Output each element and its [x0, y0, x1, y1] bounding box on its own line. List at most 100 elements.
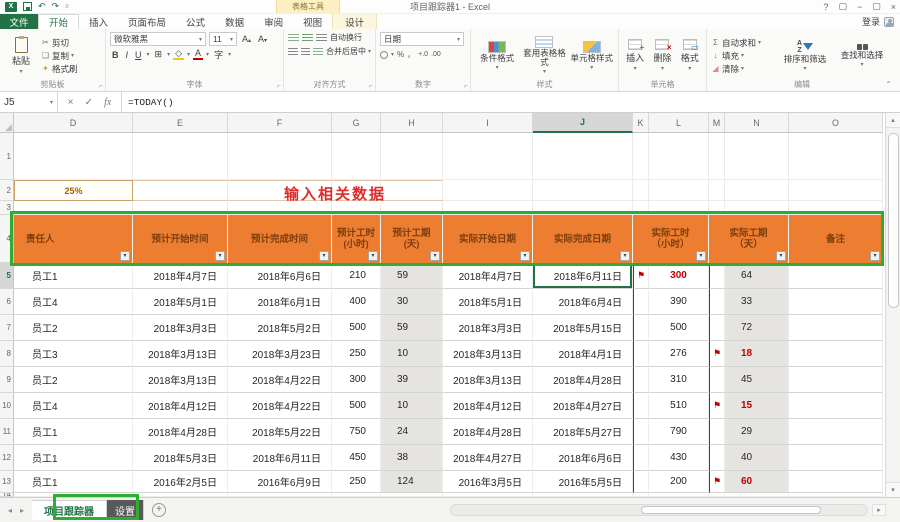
cell-est-end[interactable]: 2018年4月22日: [228, 367, 332, 393]
align-left-icon[interactable]: [288, 48, 298, 56]
paste-button[interactable]: 粘贴 ▾: [4, 37, 38, 75]
cell-act-end[interactable]: 2018年4月1日: [533, 341, 633, 367]
column-header-L[interactable]: L: [649, 113, 709, 133]
row-header-6[interactable]: 6: [0, 289, 14, 315]
cell-est-end[interactable]: 2018年6月11日: [228, 445, 332, 471]
row-header-11[interactable]: 11: [0, 419, 14, 445]
phonetic-button[interactable]: 字: [212, 48, 225, 61]
select-all-corner[interactable]: [0, 113, 14, 133]
row-header-12[interactable]: 12: [0, 445, 14, 471]
cell-flag-spacer[interactable]: ⚑: [709, 393, 725, 419]
tab-审阅[interactable]: 审阅: [254, 14, 293, 29]
cell-act-start[interactable]: 2018年4月12日: [443, 393, 533, 419]
cell[interactable]: [133, 180, 228, 201]
cell-note[interactable]: [789, 367, 883, 393]
italic-button[interactable]: I: [124, 50, 131, 60]
row-header-5[interactable]: 5: [0, 263, 14, 289]
row-header-8[interactable]: 8: [0, 341, 14, 367]
cell-flag-spacer[interactable]: [633, 367, 649, 393]
filter-button[interactable]: ▾: [520, 251, 530, 261]
cell[interactable]: [633, 180, 649, 201]
row-header-3[interactable]: 3: [0, 201, 14, 215]
scroll-right-icon[interactable]: ▸: [872, 504, 886, 516]
cell[interactable]: [332, 133, 381, 180]
cell[interactable]: [709, 180, 725, 201]
cell-flag-spacer[interactable]: ⚑: [633, 263, 649, 289]
cell-act-hours[interactable]: 200: [649, 471, 709, 493]
column-header-G[interactable]: G: [332, 113, 381, 133]
cell-note[interactable]: [789, 393, 883, 419]
formula-input[interactable]: =TODAY(): [122, 92, 900, 112]
cell-est-start[interactable]: 2018年4月7日: [133, 263, 228, 289]
cell-act-end[interactable]: 2018年5月15日: [533, 315, 633, 341]
cell[interactable]: [443, 201, 533, 215]
borders-button[interactable]: ⊞: [153, 49, 165, 60]
cell-act-days[interactable]: 60: [725, 471, 789, 493]
align-top-icon[interactable]: [288, 34, 299, 42]
cell-est-start[interactable]: 2018年4月28日: [133, 419, 228, 445]
table-header-7[interactable]: 实际工时 （小时）▾: [633, 215, 709, 263]
cell-act-start[interactable]: 2018年3月13日: [443, 341, 533, 367]
clear-button[interactable]: ◢清除▾: [711, 63, 775, 75]
cell-flag-spacer[interactable]: [709, 289, 725, 315]
cell-flag-spacer[interactable]: [633, 289, 649, 315]
next-sheet-icon[interactable]: ▸: [20, 506, 24, 515]
cell-owner[interactable]: 员工4: [14, 393, 133, 419]
align-bottom-icon[interactable]: [316, 34, 327, 42]
cell-est-start[interactable]: 2016年2月5日: [133, 471, 228, 493]
cell-note[interactable]: [789, 289, 883, 315]
filter-button[interactable]: ▾: [120, 251, 130, 261]
column-header-M[interactable]: M: [709, 113, 725, 133]
row-header-7[interactable]: 7: [0, 315, 14, 341]
cell-act-hours[interactable]: 430: [649, 445, 709, 471]
scroll-down-icon[interactable]: ▾: [886, 482, 900, 497]
column-header-N[interactable]: N: [725, 113, 789, 133]
cell-act-hours[interactable]: 790: [649, 419, 709, 445]
sheet-tab-settings[interactable]: 设置: [107, 500, 144, 520]
filter-button[interactable]: ▾: [319, 251, 329, 261]
cell[interactable]: [533, 201, 633, 215]
cell[interactable]: [443, 133, 533, 180]
tab-公式[interactable]: 公式: [176, 14, 215, 29]
cell-note[interactable]: [789, 419, 883, 445]
cell[interactable]: [443, 180, 533, 201]
cell-est-days[interactable]: 59: [381, 263, 443, 289]
wrap-text-button[interactable]: 自动换行: [330, 32, 362, 43]
insert-function-icon[interactable]: fx: [104, 97, 111, 108]
filter-button[interactable]: ▾: [215, 251, 225, 261]
excel-logo-icon[interactable]: X: [5, 2, 17, 12]
cell-est-start[interactable]: 2018年5月3日: [133, 445, 228, 471]
cell-act-start[interactable]: 2018年4月7日: [443, 263, 533, 289]
column-header-H[interactable]: H: [381, 113, 443, 133]
cell[interactable]: [725, 133, 789, 180]
cell[interactable]: [789, 133, 883, 180]
cell-owner[interactable]: 员工1: [14, 471, 133, 493]
cell-flag-spacer[interactable]: [633, 341, 649, 367]
cell-est-hours[interactable]: 750: [332, 419, 381, 445]
vertical-scroll-thumb[interactable]: [888, 133, 899, 308]
cell[interactable]: [381, 133, 443, 180]
filter-button[interactable]: ▾: [620, 251, 630, 261]
cell-owner[interactable]: 员工3: [14, 341, 133, 367]
name-box[interactable]: J5 ▾: [0, 92, 58, 112]
redo-icon[interactable]: ↷: [52, 2, 60, 11]
cell-act-start[interactable]: 2018年3月3日: [443, 315, 533, 341]
table-header-9[interactable]: 备注▾: [789, 215, 883, 263]
fill-button[interactable]: ↓填充▾: [711, 50, 775, 62]
cell-est-days[interactable]: 59: [381, 315, 443, 341]
bold-button[interactable]: B: [110, 50, 121, 60]
cell-act-hours[interactable]: 300: [649, 263, 709, 289]
cell-act-hours[interactable]: 390: [649, 289, 709, 315]
filter-button[interactable]: ▾: [430, 251, 440, 261]
number-format-combo[interactable]: 日期▾: [380, 32, 464, 46]
row-header-1[interactable]: 1: [0, 133, 14, 180]
cell[interactable]: [533, 133, 633, 180]
cell-est-days[interactable]: 39: [381, 367, 443, 393]
font-dialog-launcher-icon[interactable]: ⌐: [277, 83, 281, 90]
insert-cells-button[interactable]: + 插入▾: [623, 39, 647, 72]
undo-icon[interactable]: ↶: [38, 2, 46, 11]
percent-style-button[interactable]: %: [397, 50, 404, 59]
cell-act-start[interactable]: 2018年4月28日: [443, 419, 533, 445]
cell-act-days[interactable]: 15: [725, 393, 789, 419]
column-header-O[interactable]: O: [789, 113, 883, 133]
